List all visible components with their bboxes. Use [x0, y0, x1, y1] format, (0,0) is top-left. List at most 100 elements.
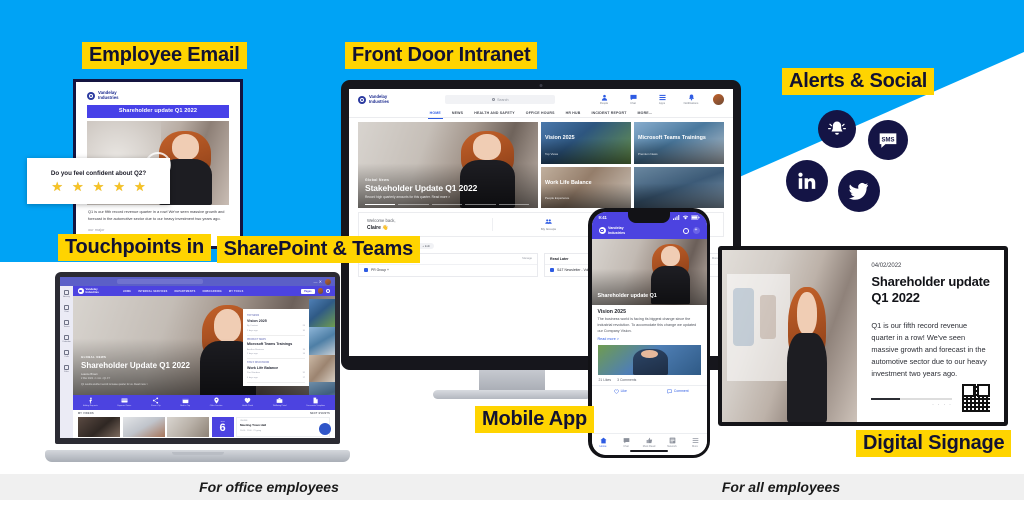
floating-action-button[interactable]	[319, 423, 331, 435]
teams-search-input[interactable]	[117, 279, 204, 284]
mobile-article-card[interactable]: Vision 2025 The business world is facing…	[597, 308, 701, 342]
tab-network[interactable]: Network	[661, 437, 684, 448]
quick-link-documents-templates[interactable]: Documents Templates	[306, 397, 325, 407]
tab-label: Must Read	[642, 444, 656, 448]
rail-item-teams[interactable]: Teams	[63, 320, 70, 328]
rail-item-calendar[interactable]: Calendar	[62, 335, 71, 343]
search-icon[interactable]	[682, 227, 689, 234]
toolbar-item-notifications[interactable]: Notifications	[681, 94, 701, 105]
avatar[interactable]	[713, 94, 724, 105]
search-input[interactable]: Search	[445, 95, 556, 104]
wellbeing-icon	[276, 398, 283, 404]
list-item[interactable]: PR Group +	[359, 265, 537, 276]
carousel-indicator[interactable]	[365, 203, 530, 205]
tab-home[interactable]: Home	[592, 437, 615, 448]
news-card-work-life-balance[interactable]: Work Life Balance People Experience	[541, 166, 631, 208]
tab-more[interactable]: More	[684, 437, 707, 448]
toolbar-item-chat[interactable]: Chat	[623, 94, 643, 105]
quick-link-share-a-tip[interactable]: Share a Tip	[151, 397, 161, 407]
tab-must-read[interactable]: Must Read	[638, 437, 661, 448]
sms-icon[interactable]: SMS	[868, 120, 908, 160]
email-body-faint: our major	[88, 226, 105, 232]
intranet-hero-card[interactable]: Global News Stakeholder Update Q1 2022 R…	[358, 122, 538, 208]
column-action[interactable]: Manage	[522, 257, 532, 260]
card-meta: People Experience	[545, 196, 570, 200]
nav-item-news[interactable]: NEWS	[452, 111, 463, 115]
quick-link-label: Wellbeing Portal	[272, 405, 287, 408]
toolbar-item-apps[interactable]: Apps	[652, 94, 672, 105]
alert-bell-icon[interactable]	[818, 110, 856, 148]
avatar[interactable]	[317, 288, 323, 294]
panel-item[interactable]: TOP NEWS Vision 2025 By Content 24 2 days…	[247, 312, 305, 336]
booking-icon	[182, 398, 189, 404]
sms-glyph: SMS	[879, 133, 897, 148]
nav-item-incident-report[interactable]: INCIDENT REPORT	[591, 111, 626, 115]
pages-button[interactable]: Pages	[301, 288, 315, 294]
brand-mark-icon	[78, 288, 84, 294]
sp-nav-item-departments[interactable]: DEPARTMENTS	[174, 290, 195, 293]
sp-nav-item-onboarding[interactable]: ONBOARDING	[203, 290, 222, 293]
twitter-icon[interactable]	[838, 170, 880, 212]
star-icon[interactable]: ★	[51, 180, 63, 193]
quick-action-my-groups[interactable]: My Groups	[492, 218, 603, 231]
search-icon[interactable]	[326, 289, 330, 293]
panel-kicker: STAFF DISCUSSION	[247, 362, 270, 364]
mobile-hero[interactable]: Shareholder update Q1	[591, 238, 707, 305]
add-icon[interactable]: +	[692, 227, 700, 234]
panel-item[interactable]: PRODUCT NEWS Microsoft Teams Trainings A…	[247, 336, 305, 359]
nav-item-office-hours[interactable]: OFFICE HOURS	[526, 111, 555, 115]
event-title: Meeting Town Hall	[240, 423, 267, 427]
star-icon[interactable]: ★	[113, 180, 125, 193]
nav-item-hr-hub[interactable]: HR HUB	[566, 111, 581, 115]
rail-item-activity[interactable]: Activity	[63, 290, 70, 298]
groups-icon	[545, 219, 552, 224]
quick-link-office-location[interactable]: Office Location	[210, 397, 222, 407]
quick-link-book-a-trip[interactable]: Book a Trip	[180, 397, 190, 407]
event-details[interactable]: ONLINE Meeting Town Hall 10:00 - 11:00 ·…	[236, 417, 330, 437]
edit-button[interactable]: + Edit	[418, 242, 434, 249]
sharepoint-brand-logo[interactable]: Vandelay Industries	[78, 287, 99, 294]
tab-label: Chat	[623, 444, 629, 448]
email-rating-card[interactable]: Do you feel confident about Q2? ★ ★ ★ ★ …	[27, 158, 170, 204]
toolbar-item-people[interactable]: People	[594, 94, 614, 105]
read-more-link[interactable]: Read more >	[598, 337, 701, 341]
tab-chat[interactable]: Chat	[615, 437, 638, 448]
comment-button[interactable]: Comment	[649, 386, 707, 397]
panel-item[interactable]: STAFF DISCUSSION Work Life Balance Paul …	[247, 359, 305, 383]
sp-nav-item-internal-services[interactable]: INTERNAL SERVICES	[138, 290, 167, 293]
mobile-brand-logo[interactable]: Vandelay Industries	[598, 226, 625, 235]
linkedin-icon[interactable]	[786, 160, 828, 202]
video-thumbnail[interactable]	[78, 417, 120, 437]
sp-nav-item-my-tools[interactable]: MY TOOLS	[229, 290, 244, 293]
avatar[interactable]	[324, 278, 331, 285]
news-card-extra[interactable]	[634, 166, 724, 208]
window-controls-icon[interactable]: — ✕	[314, 279, 322, 284]
rating-stars[interactable]: ★ ★ ★ ★ ★	[51, 180, 145, 193]
intranet-brand-logo[interactable]: Vandelay Industries	[358, 94, 389, 105]
rail-item-calls[interactable]: Calls	[64, 350, 69, 358]
nav-item-health-and-safety[interactable]: HEALTH AND SAFETY	[474, 111, 515, 115]
sp-nav-item-home[interactable]: HOME	[123, 290, 131, 293]
nav-item-home[interactable]: HOME	[427, 111, 444, 119]
quick-link-wellbeing-portal[interactable]: Wellbeing Portal	[273, 397, 287, 407]
event-meta: 10:00 - 11:00 · 21 going	[240, 430, 262, 432]
video-thumbnail[interactable]	[122, 417, 165, 437]
star-icon[interactable]: ★	[134, 180, 146, 193]
news-card-teams-trainings[interactable]: Microsoft Teams Trainings Premium News	[634, 122, 724, 164]
rail-item-files[interactable]: Files	[64, 365, 69, 373]
rail-item-chat[interactable]: Chat	[64, 305, 69, 313]
sharepoint-hero[interactable]: GLOBAL NEWS Shareholder Update Q1 2022 L…	[73, 296, 335, 402]
star-icon[interactable]: ★	[72, 180, 84, 193]
quick-link-label: Holiday Requests	[82, 405, 98, 408]
news-card-vision-2025[interactable]: Vision 2025 Top Views	[541, 122, 631, 164]
star-icon[interactable]: ★	[93, 180, 105, 193]
article-title: Vision 2025	[597, 308, 626, 315]
like-button[interactable]: Like	[592, 386, 650, 397]
panel-date: 4 days ago	[247, 376, 258, 379]
nav-item-more[interactable]: MORE...	[638, 111, 653, 115]
quick-link-expense-claims[interactable]: Expense Claims	[118, 397, 131, 407]
quick-link-holiday-requests[interactable]: Holiday Requests	[83, 397, 98, 407]
svg-text:SMS: SMS	[882, 137, 895, 143]
video-thumbnail[interactable]	[167, 417, 209, 437]
quick-link-health-portal[interactable]: Health Portal	[242, 397, 253, 407]
